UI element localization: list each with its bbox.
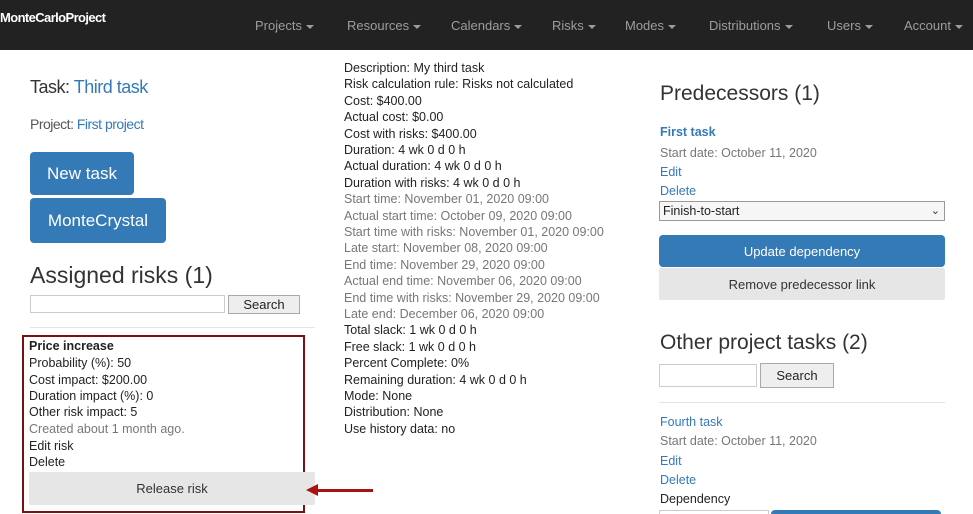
detail-line: Actual duration: 4 wk 0 d 0 h xyxy=(344,159,502,174)
nav-projects[interactable]: Projects xyxy=(255,18,314,33)
nav-users[interactable]: Users xyxy=(827,18,873,33)
nav-modes[interactable]: Modes xyxy=(625,18,677,33)
detail-line: Start time with risks: November 01, 2020… xyxy=(344,225,604,239)
detail-line: Actual cost: $0.00 xyxy=(344,110,444,125)
remove-predecessor-button[interactable]: Remove predecessor link xyxy=(659,268,945,300)
detail-line: Remaining duration: 4 wk 0 d 0 h xyxy=(344,372,527,387)
detail-line: Distribution: None xyxy=(344,405,444,420)
detail-line: Duration with risks: 4 wk 0 d 0 h xyxy=(344,175,521,190)
nav-account[interactable]: Account xyxy=(904,18,963,33)
detail-line: End time: November 29, 2020 09:00 xyxy=(344,257,545,272)
assigned-risks-heading: Assigned risks (1) xyxy=(30,262,213,288)
detail-line: Actual start time: October 09, 2020 09:0… xyxy=(344,208,572,223)
risk-name-link[interactable]: Price increase xyxy=(29,339,114,353)
detail-line: Free slack: 1 wk 0 d 0 h xyxy=(344,339,477,354)
dependency-select[interactable] xyxy=(659,510,769,514)
task-label: Task: xyxy=(30,77,70,97)
other-task-start-date: Start date: October 11, 2020 xyxy=(660,434,817,448)
risk-duration-impact: Duration impact (%): 0 xyxy=(29,389,154,403)
annotation-arrow-head xyxy=(306,484,318,496)
chevron-down-icon xyxy=(587,24,596,29)
annotation-arrow xyxy=(315,489,373,492)
chevron-down-icon xyxy=(305,24,314,29)
divider xyxy=(30,327,315,328)
other-tasks-heading: Other project tasks (2) xyxy=(660,331,868,354)
montecrystal-button[interactable]: MonteCrystal xyxy=(30,198,166,243)
project-line: Project: First project xyxy=(30,116,144,132)
risk-search-input[interactable] xyxy=(30,295,225,313)
detail-line: Percent Complete: 0% xyxy=(344,356,470,371)
detail-line: Risk calculation rule: Risks not calcula… xyxy=(344,77,574,92)
detail-line: Cost with risks: $400.00 xyxy=(344,126,477,141)
risk-search-button[interactable]: Search xyxy=(228,295,300,314)
nav-risks[interactable]: Risks xyxy=(552,18,596,33)
nav-calendars-label: Calendars xyxy=(451,18,511,33)
risk-cost-impact: Cost impact: $200.00 xyxy=(29,373,148,387)
nav-resources-label: Resources xyxy=(347,18,410,33)
detail-line: Duration: 4 wk 0 d 0 h xyxy=(344,143,466,157)
nav-projects-label: Projects xyxy=(255,18,302,33)
project-name-link[interactable]: First project xyxy=(77,116,144,132)
new-task-button[interactable]: New task xyxy=(30,152,134,195)
predecessors-heading: Predecessors (1) xyxy=(660,82,820,105)
other-task-delete-link[interactable]: Delete xyxy=(660,473,696,487)
detail-line: Use history data: no xyxy=(344,421,456,436)
update-dependency-button[interactable]: Update dependency xyxy=(659,235,945,267)
chevron-down-icon xyxy=(514,24,523,29)
task-search-button[interactable]: Search xyxy=(760,363,834,388)
predecessor-edit-link[interactable]: Edit xyxy=(660,165,682,179)
nav-calendars[interactable]: Calendars xyxy=(451,18,523,33)
chevron-down-icon xyxy=(784,24,793,29)
detail-line: Actual end time: November 06, 2020 09:00 xyxy=(344,274,582,289)
release-risk-button[interactable]: Release risk xyxy=(29,472,315,505)
dependency-label: Dependency xyxy=(660,492,731,506)
detail-line: Description: My third task xyxy=(344,61,485,75)
project-label: Project: xyxy=(30,116,74,132)
nav-resources[interactable]: Resources xyxy=(347,18,422,33)
chevron-down-icon: ⌄ xyxy=(930,205,940,217)
edit-risk-link[interactable]: Edit risk xyxy=(29,439,73,453)
nav-distributions[interactable]: Distributions xyxy=(709,18,793,33)
nav-distributions-label: Distributions xyxy=(709,18,781,33)
predecessor-start-date: Start date: October 11, 2020 xyxy=(660,146,817,160)
top-navbar: MonteCarloProject Projects Resources Cal… xyxy=(0,0,973,50)
nav-users-label: Users xyxy=(827,18,861,33)
detail-line: Start time: November 01, 2020 09:00 xyxy=(344,192,549,207)
detail-line: Total slack: 1 wk 0 d 0 h xyxy=(344,323,477,338)
brand-logo[interactable]: MonteCarloProject xyxy=(0,10,106,25)
chevron-down-icon xyxy=(864,24,873,29)
risk-other-impact: Other risk impact: 5 xyxy=(29,405,138,419)
nav-account-label: Account xyxy=(904,18,951,33)
delete-risk-link[interactable]: Delete xyxy=(29,455,65,469)
predecessor-task-link[interactable]: First task xyxy=(660,125,716,139)
nav-modes-label: Modes xyxy=(625,18,665,33)
nav-risks-label: Risks xyxy=(552,18,584,33)
chevron-down-icon xyxy=(954,24,963,29)
risk-created-date: Created about 1 month ago. xyxy=(29,422,185,436)
task-title: Task: Third task xyxy=(30,77,148,98)
task-search-input[interactable] xyxy=(659,364,757,387)
chevron-down-icon xyxy=(413,24,422,29)
divider xyxy=(659,402,945,403)
detail-line: Mode: None xyxy=(344,389,413,403)
detail-line: Late end: December 06, 2020 09:00 xyxy=(344,307,545,321)
add-dependency-button[interactable] xyxy=(771,510,941,514)
other-task-link[interactable]: Fourth task xyxy=(660,415,723,429)
dependency-type-value: Finish-to-start xyxy=(663,204,740,218)
task-name-link[interactable]: Third task xyxy=(74,77,149,97)
detail-line: Cost: $400.00 xyxy=(344,93,422,108)
predecessor-delete-link[interactable]: Delete xyxy=(660,184,696,198)
other-task-edit-link[interactable]: Edit xyxy=(660,454,682,468)
risk-probability: Probability (%): 50 xyxy=(29,356,132,370)
chevron-down-icon xyxy=(668,24,677,29)
detail-line: End time with risks: November 29, 2020 0… xyxy=(344,290,600,305)
dependency-type-select[interactable]: Finish-to-start ⌄ xyxy=(659,201,945,221)
detail-line: Late start: November 08, 2020 09:00 xyxy=(344,241,548,256)
